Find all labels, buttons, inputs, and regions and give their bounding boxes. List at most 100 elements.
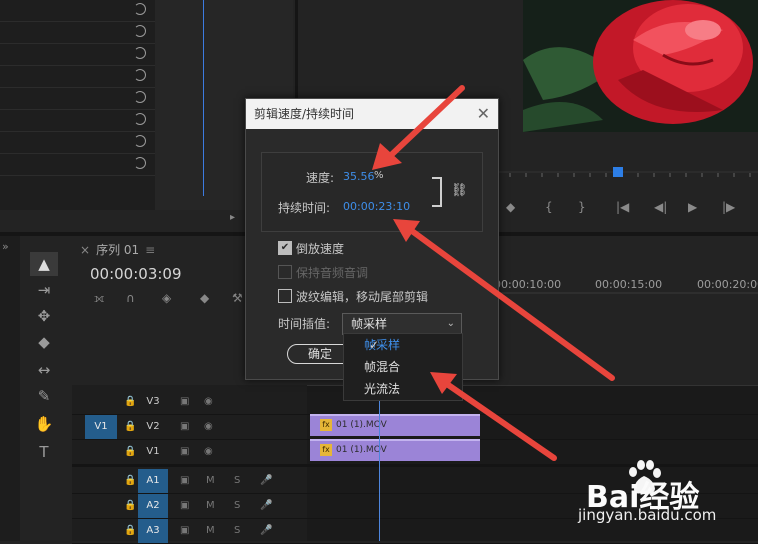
- ruler-label: 00:00:15:00: [595, 278, 663, 291]
- reset-icon[interactable]: [134, 113, 146, 125]
- close-tab-icon[interactable]: ×: [80, 243, 90, 257]
- eye-icon[interactable]: ◉: [204, 397, 214, 407]
- lock-icon[interactable]: 🔒: [124, 422, 136, 432]
- option-frame-sampling[interactable]: ✓ 帧采样: [344, 334, 462, 356]
- video-clip[interactable]: fx 01 (1).MOV: [310, 414, 480, 436]
- sync-lock-icon[interactable]: ▣: [180, 476, 190, 486]
- panel-menu-icon[interactable]: »: [2, 240, 9, 253]
- microphone-icon[interactable]: 🎤: [260, 501, 272, 511]
- add-marker-icon[interactable]: ◆: [200, 291, 209, 305]
- sync-lock-icon[interactable]: ▣: [180, 526, 190, 536]
- sync-lock-icon[interactable]: ▣: [180, 501, 190, 511]
- reset-icon[interactable]: [134, 47, 146, 59]
- effect-row: [0, 66, 155, 88]
- time-interpolation-select[interactable]: 帧采样 ⌄: [342, 313, 462, 335]
- eye-icon[interactable]: ◉: [204, 447, 214, 457]
- track-label[interactable]: A2: [138, 494, 168, 518]
- in-point-icon[interactable]: {: [545, 200, 553, 214]
- track-select-tool-icon[interactable]: ⇥: [30, 278, 58, 302]
- option-frame-blending[interactable]: 帧混合: [344, 356, 462, 378]
- add-marker-icon[interactable]: ◆: [506, 200, 515, 214]
- effect-row: [0, 132, 155, 154]
- video-clip[interactable]: fx 01 (1).MOV: [310, 439, 480, 461]
- solo-button[interactable]: S: [234, 476, 244, 486]
- solo-button[interactable]: S: [234, 501, 244, 511]
- ripple-edit-checkbox[interactable]: [278, 289, 292, 303]
- reverse-speed-label: 倒放速度: [296, 242, 345, 256]
- track-label[interactable]: V3: [138, 390, 168, 414]
- link-icon[interactable]: ⛓: [451, 183, 468, 198]
- slip-tool-icon[interactable]: ↔: [30, 358, 58, 382]
- interpolation-dropdown: ✓ 帧采样 帧混合 光流法: [343, 333, 463, 401]
- sequence-tab[interactable]: × 序列 01 ≡: [80, 241, 155, 258]
- close-icon[interactable]: ✕: [477, 99, 490, 129]
- pen-tool-icon[interactable]: ✎: [30, 384, 58, 408]
- lock-icon[interactable]: 🔒: [124, 501, 136, 511]
- wrench-icon[interactable]: ⚒: [232, 291, 243, 305]
- export-frame-icon[interactable]: ▸: [230, 212, 235, 223]
- microphone-icon[interactable]: 🎤: [260, 526, 272, 536]
- program-playhead[interactable]: [613, 167, 623, 177]
- solo-button[interactable]: S: [234, 526, 244, 536]
- ripple-edit-label: 波纹编辑，移动尾部剪辑: [296, 290, 429, 304]
- track-label[interactable]: V1: [138, 440, 168, 464]
- snap-icon[interactable]: ∩: [126, 291, 135, 305]
- sync-lock-icon[interactable]: ▣: [180, 422, 190, 432]
- selection-tool-icon[interactable]: ▲: [30, 252, 58, 276]
- reset-icon[interactable]: [134, 157, 146, 169]
- tab-menu-icon[interactable]: ≡: [145, 243, 155, 257]
- go-to-in-icon[interactable]: |◀: [616, 200, 629, 214]
- maintain-audio-pitch-label: 保持音频音调: [296, 266, 369, 280]
- lock-icon[interactable]: 🔒: [124, 447, 136, 457]
- effect-playhead[interactable]: [203, 0, 204, 196]
- reset-icon[interactable]: [134, 91, 146, 103]
- razor-tool-icon[interactable]: ◆: [30, 330, 58, 354]
- speed-value[interactable]: 35.56: [343, 170, 375, 183]
- maintain-audio-pitch-checkbox: [278, 265, 292, 279]
- baidu-url: jingyan.baidu.com: [578, 506, 717, 524]
- sync-lock-icon[interactable]: ▣: [180, 397, 190, 407]
- type-tool-icon[interactable]: T: [30, 440, 58, 464]
- speed-label: 速度:: [306, 171, 335, 185]
- lock-icon[interactable]: 🔒: [124, 476, 136, 486]
- option-optical-flow[interactable]: 光流法: [344, 378, 462, 400]
- reset-icon[interactable]: [134, 25, 146, 37]
- lock-icon[interactable]: 🔒: [124, 526, 136, 536]
- duration-value[interactable]: 00:00:23:10: [343, 200, 410, 213]
- ruler-label: 00:00:10:00: [494, 278, 562, 291]
- video-preview: [523, 0, 758, 132]
- reset-icon[interactable]: [134, 135, 146, 147]
- sync-lock-icon[interactable]: ▣: [180, 447, 190, 457]
- effect-row: [0, 88, 155, 110]
- project-panel: [0, 236, 20, 541]
- program-ruler[interactable]: [498, 165, 758, 179]
- out-point-icon[interactable]: }: [578, 200, 586, 214]
- effect-row: [0, 22, 155, 44]
- speed-duration-group: [261, 152, 483, 232]
- track-label[interactable]: A3: [138, 519, 168, 543]
- reverse-speed-checkbox[interactable]: ✔: [278, 241, 292, 255]
- lock-icon[interactable]: 🔒: [124, 397, 136, 407]
- mute-button[interactable]: M: [206, 501, 216, 511]
- ripple-edit-tool-icon[interactable]: ✥: [30, 304, 58, 328]
- track-label[interactable]: A1: [138, 469, 168, 493]
- play-icon[interactable]: ▶: [688, 200, 697, 214]
- step-forward-icon[interactable]: |▶: [722, 200, 735, 214]
- timeline-timecode[interactable]: 00:00:03:09: [90, 265, 182, 283]
- mute-button[interactable]: M: [206, 476, 216, 486]
- nest-icon[interactable]: ⟗: [94, 291, 105, 306]
- microphone-icon[interactable]: 🎤: [260, 476, 272, 486]
- speed-unit: %: [374, 170, 384, 181]
- reset-icon[interactable]: [134, 69, 146, 81]
- track-label[interactable]: V2: [138, 415, 168, 439]
- reset-icon[interactable]: [134, 3, 146, 15]
- step-back-icon[interactable]: ◀|: [654, 200, 667, 214]
- dialog-title-bar[interactable]: 剪辑速度/持续时间 ✕: [246, 99, 498, 129]
- eye-icon[interactable]: ◉: [204, 422, 214, 432]
- linked-selection-icon[interactable]: ◈: [162, 291, 171, 305]
- fx-badge-icon: fx: [320, 443, 332, 456]
- time-interpolation-label: 时间插值:: [278, 317, 331, 331]
- mute-button[interactable]: M: [206, 526, 216, 536]
- fx-badge-icon: fx: [320, 418, 332, 431]
- hand-tool-icon[interactable]: ✋: [30, 412, 58, 436]
